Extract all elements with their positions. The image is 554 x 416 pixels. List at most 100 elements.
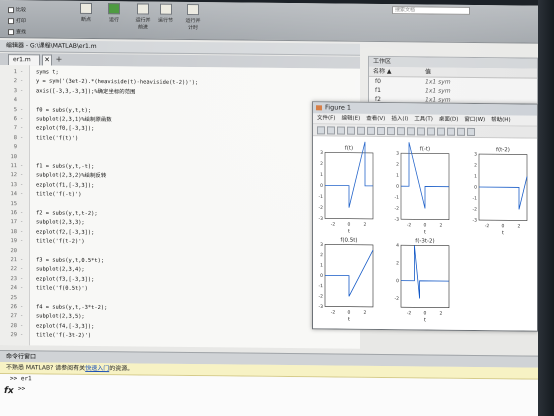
x-tick-label: 2 bbox=[440, 223, 443, 229]
line-number: 29 bbox=[10, 332, 18, 339]
search-documentation-input[interactable]: 搜索文档 bbox=[392, 6, 470, 15]
y-tick-label: -3 bbox=[319, 304, 324, 310]
open-icon[interactable] bbox=[327, 126, 335, 135]
x-axis-label: t bbox=[424, 229, 426, 235]
subplot-title: f(0.5t) bbox=[340, 238, 357, 244]
y-tick-label: -3 bbox=[319, 216, 324, 222]
y-tick-label: 2 bbox=[396, 260, 399, 266]
x-axis-label: t bbox=[348, 317, 350, 323]
y-tick-label: -2 bbox=[395, 206, 400, 212]
getting-started-link[interactable]: 快速入门 bbox=[85, 365, 109, 372]
timer-icon bbox=[187, 3, 199, 16]
variable-value: 1x1 sym bbox=[425, 78, 451, 86]
y-tick-label: 0 bbox=[396, 278, 399, 284]
code-text: title('f(-3t-2)') bbox=[36, 332, 92, 340]
variable-value: 1x1 sym bbox=[425, 87, 451, 95]
code-editor[interactable]: 1- syms t; 2- y = sym('(3et-2).*(heaviside(… bbox=[0, 65, 360, 349]
brush-icon[interactable] bbox=[417, 127, 425, 136]
y-tick-label: 2 bbox=[396, 162, 399, 168]
subplot-title: f(-t) bbox=[420, 146, 430, 152]
x-tick-label: -2 bbox=[331, 221, 336, 227]
breakpoint-icon bbox=[80, 2, 92, 14]
add-tab-icon[interactable]: + bbox=[54, 55, 64, 66]
subplot-title: f(t) bbox=[345, 146, 353, 152]
run-section-button[interactable]: 运行节 bbox=[158, 3, 173, 38]
y-tick-label: -2 bbox=[319, 294, 324, 300]
figure-menu-item[interactable]: 桌面(D) bbox=[439, 115, 459, 125]
rotate-icon[interactable] bbox=[397, 127, 405, 136]
print-option[interactable]: 打印 bbox=[8, 17, 26, 24]
pan-icon[interactable] bbox=[387, 127, 395, 136]
y-tick-label: 0 bbox=[320, 183, 323, 189]
show-tools-icon[interactable] bbox=[467, 127, 475, 136]
zoom-in-icon[interactable] bbox=[367, 126, 375, 135]
toolstrip: 比较 打印 查找 断点 运行 运行并 前进 运行节 运行并 计时 搜索文档 bbox=[0, 0, 538, 44]
y-tick-label: 1 bbox=[474, 173, 477, 179]
tab-er1[interactable]: er1.m bbox=[8, 54, 40, 66]
data-cursor-icon[interactable] bbox=[407, 127, 415, 136]
figure-menu-item[interactable]: 查看(V) bbox=[366, 114, 385, 124]
y-tick-label: 3 bbox=[320, 242, 323, 248]
y-tick-label: -1 bbox=[473, 195, 478, 201]
figure-menu-item[interactable]: 编辑(E) bbox=[341, 114, 360, 124]
x-tick-label: 0 bbox=[348, 222, 351, 228]
x-axis-label: t bbox=[348, 229, 350, 235]
command-window[interactable]: >> er1 >> fx bbox=[0, 374, 538, 416]
y-tick-label: 3 bbox=[396, 151, 399, 157]
run-and-advance-button[interactable]: 运行并 前进 bbox=[130, 3, 156, 37]
new-figure-icon[interactable] bbox=[317, 126, 325, 135]
x-tick-label: -2 bbox=[331, 309, 336, 315]
figure-menu-item[interactable]: 窗口(W) bbox=[464, 115, 485, 125]
hide-tools-icon[interactable] bbox=[457, 127, 465, 136]
y-tick-label: 1 bbox=[396, 173, 399, 179]
x-tick-label: -2 bbox=[407, 310, 412, 316]
x-tick-label: 0 bbox=[502, 223, 505, 229]
y-tick-label: -2 bbox=[395, 296, 400, 302]
y-tick-label: 2 bbox=[320, 161, 323, 167]
monitor-screen: 比较 打印 查找 断点 运行 运行并 前进 运行节 运行并 计时 搜索文档 编辑… bbox=[0, 0, 538, 416]
run-and-time-button[interactable]: 运行并 计时 bbox=[180, 3, 206, 38]
x-tick-label: 2 bbox=[364, 310, 367, 316]
y-tick-label: -3 bbox=[473, 217, 478, 223]
y-tick-label: -1 bbox=[395, 195, 400, 201]
save-icon[interactable] bbox=[337, 126, 345, 135]
close-tab-icon[interactable]: × bbox=[42, 54, 52, 66]
figure-menu-item[interactable]: 文件(F) bbox=[317, 113, 335, 123]
legend-icon[interactable] bbox=[447, 127, 455, 136]
breakpoint-marker[interactable]: - bbox=[20, 330, 23, 340]
x-tick-label: 0 bbox=[424, 222, 427, 228]
x-tick-label: 2 bbox=[440, 311, 443, 317]
column-name-header[interactable]: 名称 ▲ bbox=[369, 67, 425, 77]
y-tick-label: -1 bbox=[319, 283, 324, 289]
x-tick-label: 2 bbox=[364, 222, 367, 228]
function-browser-icon[interactable]: fx bbox=[4, 386, 14, 396]
figure-title: Figure 1 bbox=[313, 102, 537, 116]
print-icon[interactable] bbox=[347, 126, 355, 135]
y-tick-label: -3 bbox=[395, 217, 400, 223]
y-tick-label: 0 bbox=[320, 273, 323, 279]
y-tick-label: 2 bbox=[320, 252, 323, 258]
figure-plot-area[interactable]: f(t) t -2 0 2 -3 -2 -1 0 1 2 3 f(-t) t -2 0 2 -3 -2 -1 0 1 2 3 f… bbox=[313, 136, 537, 331]
find-option[interactable]: 查找 bbox=[8, 28, 26, 35]
run-button[interactable]: 运行 bbox=[108, 3, 120, 37]
y-tick-label: 3 bbox=[320, 150, 323, 156]
figure-menu-item[interactable]: 工具(T) bbox=[414, 114, 433, 124]
y-tick-label: -2 bbox=[473, 206, 478, 212]
x-tick-label: 0 bbox=[424, 310, 427, 316]
run-section-icon bbox=[159, 3, 172, 15]
column-value-header[interactable]: 值 bbox=[425, 67, 431, 76]
y-tick-label: 1 bbox=[320, 263, 323, 269]
run-icon bbox=[108, 3, 120, 15]
link-icon[interactable] bbox=[427, 127, 435, 136]
subplot-axes bbox=[400, 244, 450, 309]
x-tick-label: -2 bbox=[485, 223, 490, 229]
colorbar-icon[interactable] bbox=[437, 127, 445, 136]
compare-option[interactable]: 比较 bbox=[8, 6, 26, 13]
figure-menu-item[interactable]: 帮助(H) bbox=[491, 115, 510, 125]
breakpoints-button[interactable]: 断点 bbox=[80, 2, 92, 37]
zoom-out-icon[interactable] bbox=[377, 126, 385, 136]
figure-menu-item[interactable]: 插入(I) bbox=[391, 114, 408, 124]
y-tick-label: 1 bbox=[320, 172, 323, 178]
pointer-icon[interactable] bbox=[357, 126, 365, 135]
y-tick-label: 0 bbox=[474, 184, 477, 190]
